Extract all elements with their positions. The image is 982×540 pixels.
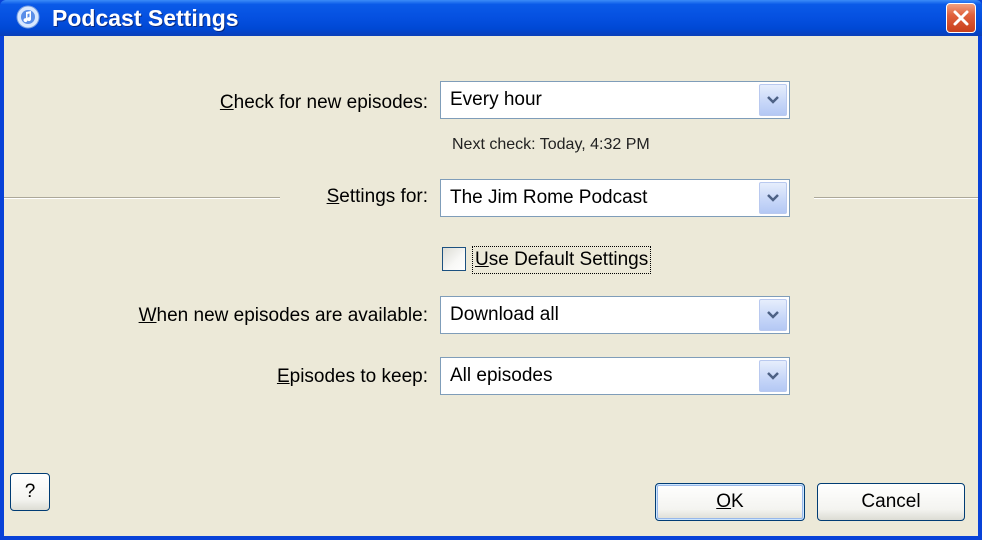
dropdown-arrow-button[interactable]: [759, 84, 787, 116]
episodes-to-keep-value: All episodes: [450, 365, 553, 386]
window-title: Podcast Settings: [52, 5, 239, 31]
dropdown-arrow-button[interactable]: [759, 360, 787, 392]
itunes-app-icon: [16, 5, 40, 29]
episodes-to-keep-label: Episodes to keep:: [276, 366, 428, 387]
separator-right: [814, 197, 978, 199]
help-button[interactable]: ?: [10, 473, 50, 511]
use-default-settings-checkbox[interactable]: [442, 247, 466, 271]
when-new-episodes-dropdown[interactable]: Download all: [440, 296, 790, 334]
separator-left: [4, 197, 280, 199]
check-frequency-value: Every hour: [450, 89, 542, 110]
dropdown-arrow-button[interactable]: [759, 299, 787, 331]
episodes-to-keep-dropdown[interactable]: All episodes: [440, 357, 790, 395]
close-icon: [953, 10, 969, 26]
when-new-episodes-value: Download all: [450, 304, 559, 325]
settings-for-label: Settings for:: [326, 186, 428, 207]
chevron-down-icon: [767, 311, 779, 319]
chevron-down-icon: [767, 194, 779, 202]
podcast-settings-window: Podcast Settings Check for new episodes:…: [0, 0, 982, 540]
chevron-down-icon: [767, 372, 779, 380]
check-for-new-episodes-dropdown[interactable]: Every hour: [440, 81, 790, 119]
chevron-down-icon: [767, 96, 779, 104]
dialog-body: Check for new episodes: Every hour Next …: [4, 36, 978, 536]
close-button[interactable]: [946, 3, 976, 33]
use-default-settings-label[interactable]: Use Default Settings: [472, 246, 652, 274]
dropdown-arrow-button[interactable]: [759, 182, 787, 214]
cancel-button[interactable]: Cancel: [817, 483, 965, 521]
title-bar[interactable]: Podcast Settings: [0, 0, 982, 36]
next-check-text: Next check: Today, 4:32 PM: [452, 136, 650, 153]
settings-for-dropdown[interactable]: The Jim Rome Podcast: [440, 179, 790, 217]
check-for-new-episodes-label: Check for new episodes:: [219, 92, 428, 113]
ok-button[interactable]: OK: [655, 483, 805, 521]
when-new-episodes-label: When new episodes are available:: [138, 305, 428, 326]
settings-for-value: The Jim Rome Podcast: [450, 187, 648, 208]
